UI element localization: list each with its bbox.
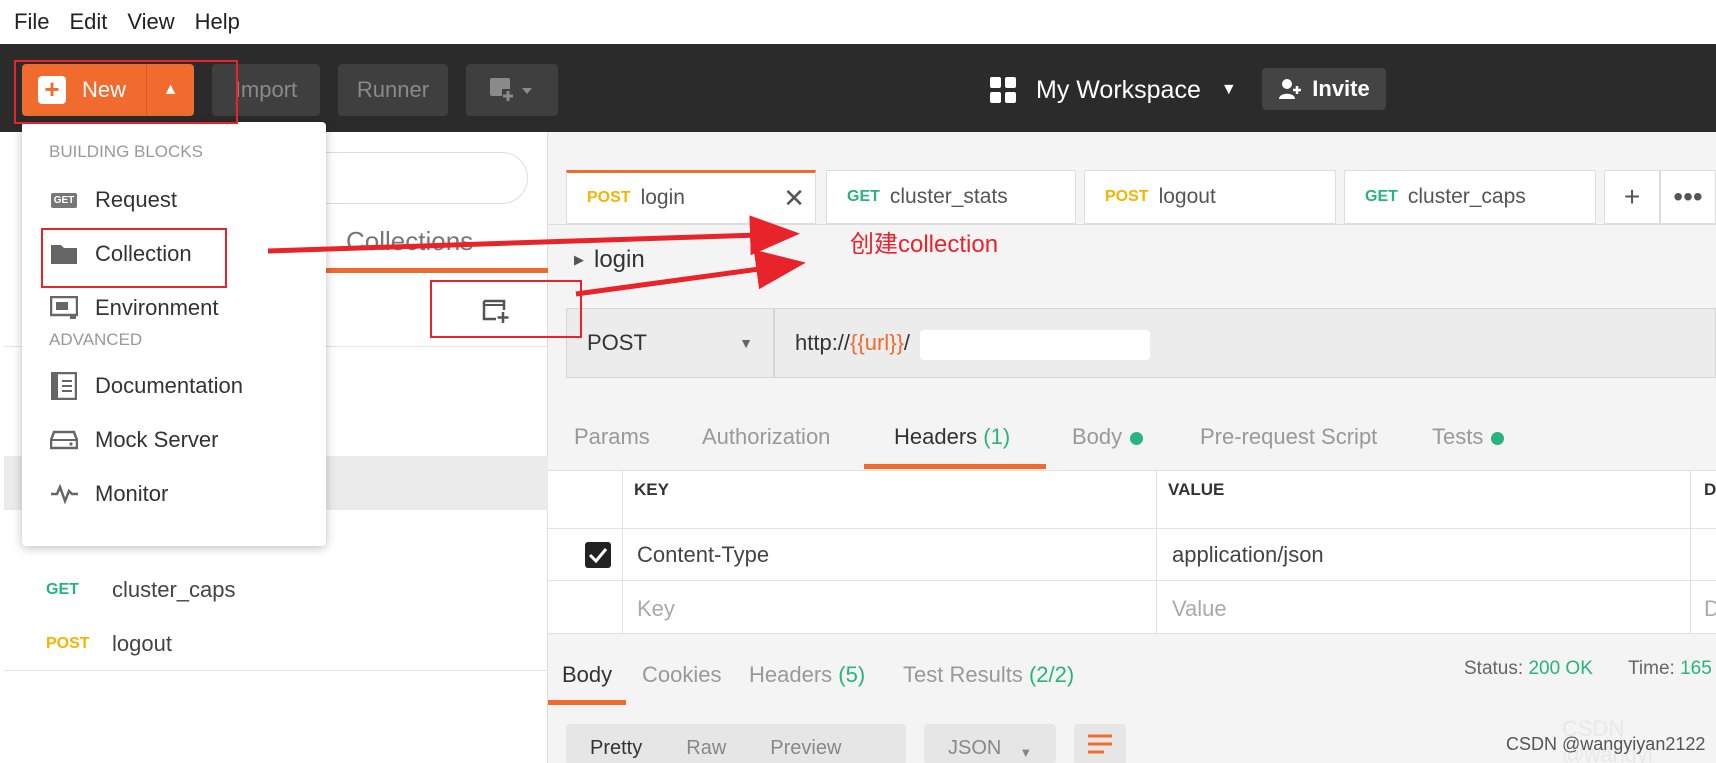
annotation-text: 创建collection xyxy=(850,231,999,258)
annotation-arrow xyxy=(575,249,806,297)
annotation-arrows xyxy=(267,215,806,297)
annotation-arrow xyxy=(267,215,800,256)
